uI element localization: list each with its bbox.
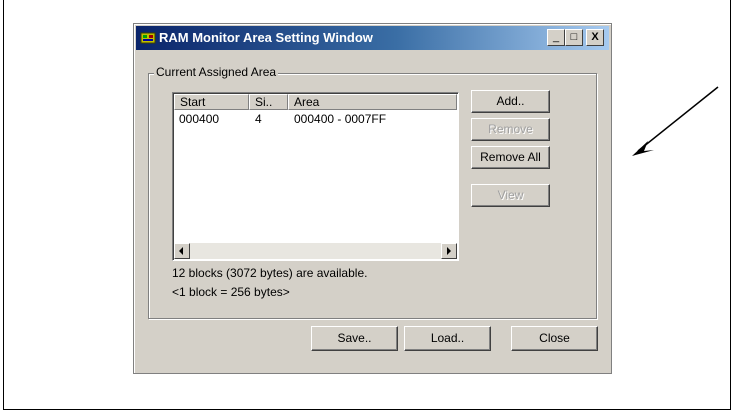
title-bar[interactable]: RAM Monitor Area Setting Window _ □ X (136, 26, 609, 50)
horizontal-scrollbar[interactable] (174, 243, 457, 259)
remove-all-button[interactable]: Remove All (471, 146, 550, 169)
window-title: RAM Monitor Area Setting Window (159, 30, 373, 45)
column-header-size[interactable]: Si.. (249, 94, 288, 110)
column-header-area[interactable]: Area (288, 94, 457, 110)
app-icon (140, 31, 156, 45)
ram-monitor-window: RAM Monitor Area Setting Window _ □ X Cu… (133, 23, 612, 374)
list-header: Start Si.. Area (174, 94, 457, 110)
arrow-right-icon (447, 247, 451, 255)
area-list[interactable]: Start Si.. Area 000400 4 000400 - 0007FF (172, 92, 459, 261)
minimize-button[interactable]: _ (547, 29, 565, 46)
cell-start: 000400 (179, 112, 220, 126)
remove-button[interactable]: Remove (471, 118, 550, 141)
pointer-arrow-icon (632, 86, 719, 156)
maximize-button[interactable]: □ (565, 29, 583, 46)
block-size-text: <1 block = 256 bytes> (172, 285, 290, 299)
add-button[interactable]: Add.. (471, 90, 550, 113)
column-header-start[interactable]: Start (174, 94, 249, 110)
save-button[interactable]: Save.. (311, 326, 398, 351)
cell-size: 4 (255, 112, 262, 126)
available-blocks-text: 12 blocks (3072 bytes) are available. (172, 266, 368, 280)
cell-area: 000400 - 0007FF (294, 112, 387, 126)
load-button[interactable]: Load.. (404, 326, 491, 351)
scroll-right-button[interactable] (441, 243, 457, 259)
close-icon: X (591, 31, 599, 43)
close-button[interactable]: Close (511, 326, 598, 351)
close-window-button[interactable]: X (586, 29, 604, 46)
minimize-icon: _ (552, 31, 560, 43)
arrow-left-icon (179, 247, 183, 255)
list-item[interactable]: 000400 4 000400 - 0007FF (174, 111, 457, 127)
view-button[interactable]: View (471, 184, 550, 207)
maximize-icon: □ (570, 31, 578, 43)
group-label: Current Assigned Area (154, 65, 279, 79)
scroll-left-button[interactable] (174, 243, 190, 259)
